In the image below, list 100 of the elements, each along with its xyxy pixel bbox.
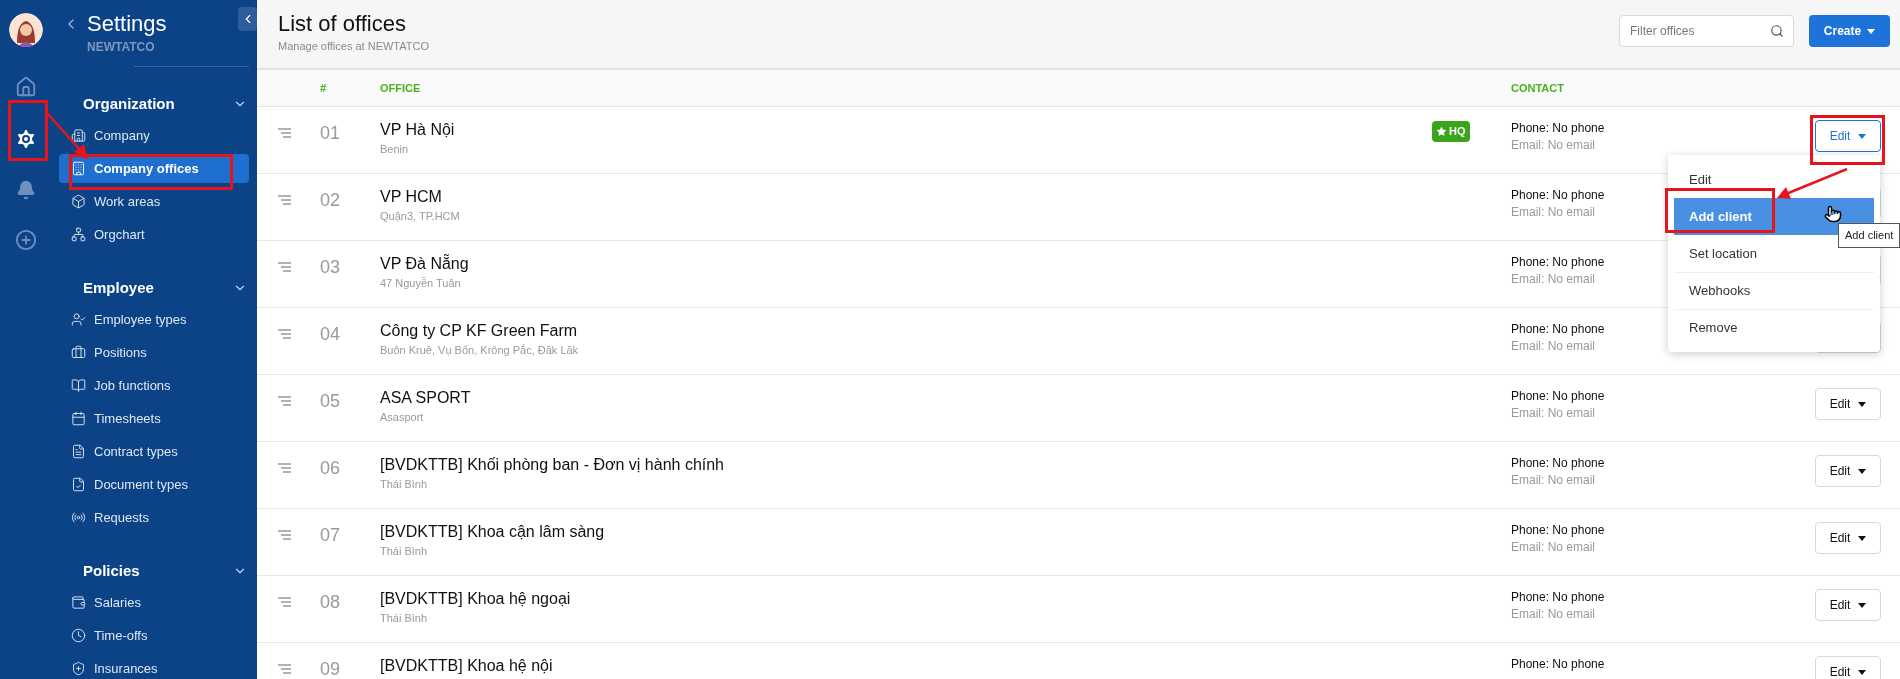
section-title: Policies xyxy=(83,560,140,581)
caret-icon xyxy=(1858,133,1867,139)
menu-item[interactable]: Remove xyxy=(1674,309,1874,346)
email-text: Email: No email xyxy=(1511,338,1596,355)
drag-handle-icon[interactable] xyxy=(278,128,292,138)
caret-icon xyxy=(1867,28,1876,34)
page-title: List of offices xyxy=(278,10,407,38)
document-icon xyxy=(71,444,86,459)
caret-icon xyxy=(1858,602,1867,608)
email-text: Email: No email xyxy=(1511,405,1596,422)
calendar-icon xyxy=(71,411,86,426)
create-button[interactable]: Create xyxy=(1809,15,1890,47)
row-number: 05 xyxy=(320,391,342,411)
caret-icon xyxy=(1858,535,1867,541)
edit-button[interactable]: Edit xyxy=(1815,589,1881,621)
office-name: Công ty CP KF Green Farm xyxy=(380,321,578,341)
drag-handle-icon[interactable] xyxy=(278,195,292,205)
drag-handle-icon[interactable] xyxy=(278,262,292,272)
orgchart-icon xyxy=(71,227,86,242)
briefcase-icon xyxy=(71,345,86,360)
add-icon[interactable] xyxy=(14,229,37,251)
office-name: VP HCM xyxy=(380,187,442,207)
section-title: Employee xyxy=(83,277,154,298)
phone-text: Phone: No phone xyxy=(1511,522,1605,539)
row-number: 07 xyxy=(320,525,342,545)
office-address: 47 Nguyễn Tuân xyxy=(380,276,461,291)
row-number: 03 xyxy=(320,257,342,277)
office-name: [BVDKTTB] Khoa hệ nội xyxy=(380,656,553,676)
office-address: Benin xyxy=(380,142,409,157)
row-number: 08 xyxy=(320,592,342,612)
bell-icon[interactable] xyxy=(15,180,36,200)
home-icon[interactable] xyxy=(14,76,37,98)
email-text: Email: No email xyxy=(1511,606,1596,623)
sidebar-item[interactable]: Document types xyxy=(59,470,249,499)
row-number: 02 xyxy=(320,190,342,210)
annotation-arrow xyxy=(46,112,90,162)
book-icon xyxy=(71,378,86,393)
drag-handle-icon[interactable] xyxy=(278,396,292,406)
sidebar-item[interactable]: Time-offs xyxy=(59,621,249,650)
sidebar-item[interactable]: Employee types xyxy=(59,305,249,334)
signal-icon xyxy=(71,510,86,525)
search-field[interactable]: Filter offices xyxy=(1619,15,1794,47)
email-text: Email: No email xyxy=(1511,539,1596,556)
row-number: 01 xyxy=(320,123,342,143)
drag-handle-icon[interactable] xyxy=(278,530,292,540)
user-check-icon xyxy=(71,312,86,327)
wallet-icon xyxy=(71,595,86,610)
caret-icon xyxy=(1858,468,1867,474)
office-name: [BVDKTTB] Khoa cận lâm sàng xyxy=(380,522,605,542)
clock-icon xyxy=(71,628,86,643)
office-name: VP Hà Nội xyxy=(380,120,455,140)
caret-icon xyxy=(1858,669,1867,675)
phone-text: Phone: No phone xyxy=(1511,120,1605,137)
sidebar-item[interactable]: Company xyxy=(59,121,249,150)
section-title: Organization xyxy=(83,93,175,114)
sidebar-item[interactable]: Job functions xyxy=(59,371,249,400)
edit-button[interactable]: Edit xyxy=(1815,388,1881,420)
tooltip: Add client xyxy=(1838,223,1900,248)
collapse-button[interactable] xyxy=(238,7,257,31)
avatar[interactable] xyxy=(8,13,43,47)
phone-text: Phone: No phone xyxy=(1511,656,1605,673)
edit-button[interactable]: Edit xyxy=(1815,455,1881,487)
sidebar-item[interactable]: Requests xyxy=(59,503,249,532)
edit-button[interactable]: Edit xyxy=(1815,120,1881,152)
email-text: Email: No email xyxy=(1511,204,1596,221)
sidebar-item[interactable]: Insurances xyxy=(59,654,249,679)
office-address: Buôn Kruê, Vụ Bổn, Krông Pắc, Đăk Lăk xyxy=(380,343,579,358)
office-address: Thái Bình xyxy=(380,477,428,492)
drag-handle-icon[interactable] xyxy=(278,664,292,674)
shield-icon xyxy=(71,661,86,676)
caret-icon xyxy=(1858,401,1867,407)
edit-button[interactable]: Edit xyxy=(1815,522,1881,554)
office-name: VP Đà Nẵng xyxy=(380,253,469,274)
sidebar-item[interactable]: Salaries xyxy=(59,588,249,617)
office-address: Thái Bình xyxy=(380,611,428,626)
sidebar-item[interactable]: Orgchart xyxy=(59,220,249,249)
search-icon[interactable] xyxy=(1770,24,1784,38)
office-address: Thái Bình xyxy=(380,544,428,559)
menu-item[interactable]: Edit xyxy=(1674,161,1874,198)
row-number: 06 xyxy=(320,458,342,478)
phone-text: Phone: No phone xyxy=(1511,187,1605,204)
sidebar-title: Settings xyxy=(87,10,167,38)
office-address: Asasport xyxy=(380,410,424,425)
buildings-icon xyxy=(71,128,86,143)
menu-item[interactable]: Webhooks xyxy=(1674,272,1874,309)
row-number: 04 xyxy=(320,324,342,344)
phone-text: Phone: No phone xyxy=(1511,455,1605,472)
sidebar-item[interactable]: Contract types xyxy=(59,437,249,466)
column-header: CONTACT xyxy=(1511,80,1564,96)
page-subtitle: Manage offices at NEWTATCO xyxy=(278,39,429,54)
drag-handle-icon[interactable] xyxy=(278,329,292,339)
edit-button[interactable]: Edit xyxy=(1815,656,1881,679)
office-address: Quận3, TP.HCM xyxy=(380,209,460,224)
sidebar-item[interactable]: Timesheets xyxy=(59,404,249,433)
sidebar-item[interactable]: Work areas xyxy=(59,187,249,216)
phone-text: Phone: No phone xyxy=(1511,321,1605,338)
drag-handle-icon[interactable] xyxy=(278,463,292,473)
drag-handle-icon[interactable] xyxy=(278,597,292,607)
office-name: [BVDKTTB] Khoa hệ ngoại xyxy=(380,589,571,609)
sidebar-item[interactable]: Positions xyxy=(59,338,249,367)
